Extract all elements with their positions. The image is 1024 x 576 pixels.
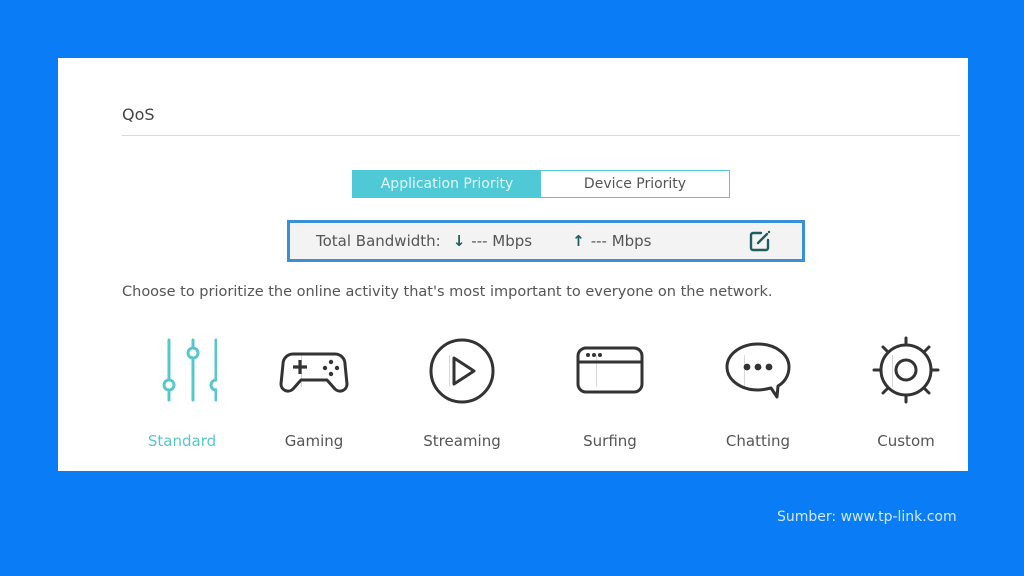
edit-icon[interactable] bbox=[748, 229, 772, 253]
sliders-icon bbox=[162, 338, 217, 402]
mode-label: Custom bbox=[877, 432, 935, 450]
gear-icon bbox=[872, 336, 940, 404]
mode-surfing[interactable]: Surfing bbox=[550, 334, 670, 464]
priority-toggle: Application Priority Device Priority bbox=[352, 170, 730, 198]
tab-application-priority[interactable]: Application Priority bbox=[353, 171, 541, 197]
qos-panel: QoS Application Priority Device Priority… bbox=[58, 58, 968, 471]
mode-label: Gaming bbox=[284, 432, 344, 450]
download-value: --- Mbps bbox=[471, 232, 533, 250]
mode-label: Chatting bbox=[725, 432, 791, 450]
arrow-down-icon: ↓ bbox=[452, 232, 466, 250]
mode-label: Streaming bbox=[423, 432, 501, 450]
chat-bubble-icon bbox=[725, 342, 791, 399]
arrow-up-icon: ↑ bbox=[572, 232, 585, 250]
mode-streaming[interactable]: Streaming bbox=[402, 334, 522, 464]
bandwidth-label: Total Bandwidth: bbox=[316, 232, 441, 250]
mode-label: Standard bbox=[147, 432, 217, 450]
total-bandwidth-bar: Total Bandwidth: ↓ --- Mbps ↑ --- Mbps bbox=[287, 220, 805, 262]
mode-gaming[interactable]: Gaming bbox=[254, 334, 374, 464]
description-text: Choose to prioritize the online activity… bbox=[122, 284, 773, 300]
title-divider bbox=[122, 135, 960, 136]
play-circle-icon bbox=[429, 338, 495, 404]
source-caption: Sumber: www.tp-link.com bbox=[777, 509, 957, 525]
mode-list: Standard Gaming Streaming Surfing Chatti… bbox=[122, 334, 972, 464]
mode-label: Surfing bbox=[583, 432, 637, 450]
mode-custom[interactable]: Custom bbox=[846, 334, 966, 464]
gamepad-icon bbox=[279, 352, 349, 393]
mode-standard[interactable]: Standard bbox=[122, 334, 242, 464]
upload-value: --- Mbps bbox=[590, 232, 652, 250]
tab-device-priority[interactable]: Device Priority bbox=[541, 171, 729, 197]
browser-window-icon bbox=[576, 346, 644, 394]
mode-chatting[interactable]: Chatting bbox=[698, 334, 818, 464]
page-title: QoS bbox=[122, 105, 155, 124]
